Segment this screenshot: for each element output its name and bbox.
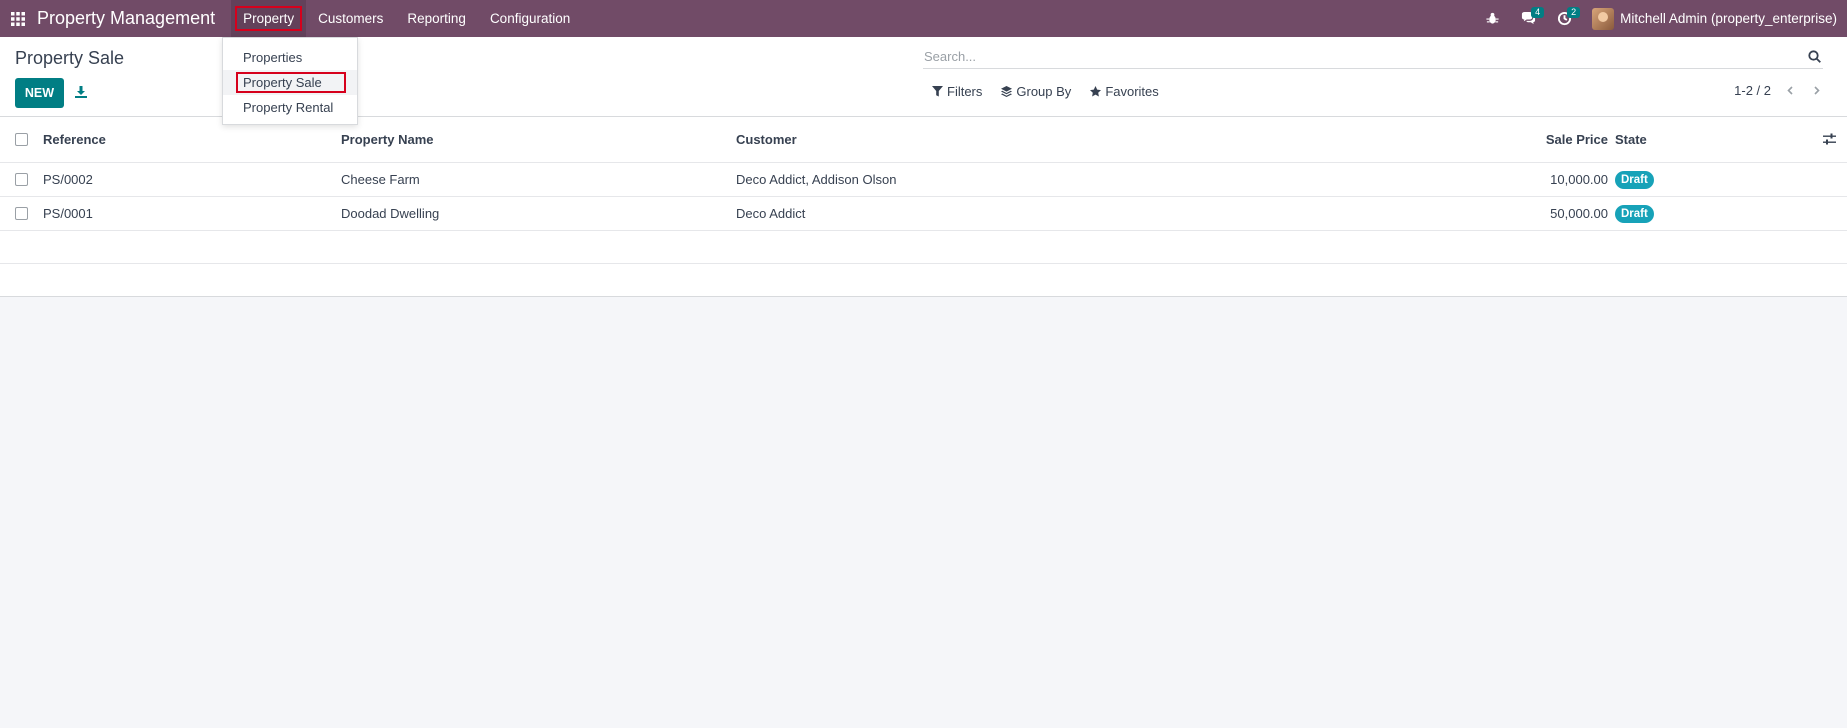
activities-clock-icon[interactable]: 2 bbox=[1546, 0, 1582, 37]
header-sale-price[interactable]: Sale Price bbox=[1546, 132, 1608, 147]
cell-reference: PS/0001 bbox=[43, 206, 93, 221]
cell-customer: Deco Addict bbox=[736, 206, 806, 221]
property-dropdown-menu: Properties Property Sale Property Rental bbox=[222, 37, 358, 125]
user-name: Mitchell Admin (property_enterprise) bbox=[1620, 11, 1837, 26]
table-row[interactable]: PS/0002 Cheese Farm Deco Addict, Addison… bbox=[0, 163, 1847, 197]
user-menu[interactable]: Mitchell Admin (property_enterprise) bbox=[1592, 7, 1837, 30]
layers-icon bbox=[1001, 86, 1013, 97]
apps-grid-icon[interactable] bbox=[0, 0, 36, 37]
menu-reporting[interactable]: Reporting bbox=[395, 0, 478, 37]
cell-property-name: Cheese Farm bbox=[341, 172, 420, 187]
select-all-checkbox[interactable] bbox=[15, 133, 28, 146]
header-state[interactable]: State bbox=[1615, 132, 1647, 147]
cell-sale-price: 10,000.00 bbox=[1550, 172, 1608, 187]
status-badge: Draft bbox=[1615, 170, 1654, 189]
cell-customer: Deco Addict, Addison Olson bbox=[736, 172, 897, 187]
avatar bbox=[1592, 7, 1615, 30]
messages-badge: 4 bbox=[1531, 7, 1545, 18]
dropdown-item-properties[interactable]: Properties bbox=[223, 45, 357, 70]
debug-bug-icon[interactable] bbox=[1474, 0, 1510, 37]
new-button[interactable]: NEW bbox=[15, 78, 64, 108]
messages-chat-icon[interactable]: 4 bbox=[1510, 0, 1546, 37]
header-reference[interactable]: Reference bbox=[43, 132, 106, 147]
cell-state: Draft bbox=[1615, 204, 1654, 223]
filters-button[interactable]: Filters bbox=[932, 84, 982, 99]
chevron-right-icon[interactable] bbox=[1809, 84, 1823, 98]
favorites-label: Favorites bbox=[1105, 84, 1159, 99]
group-by-button[interactable]: Group By bbox=[1001, 84, 1071, 99]
cell-state: Draft bbox=[1615, 170, 1654, 189]
search-icon[interactable] bbox=[1805, 48, 1823, 66]
table-row[interactable]: PS/0001 Doodad Dwelling Deco Addict 50,0… bbox=[0, 197, 1847, 231]
menu-configuration[interactable]: Configuration bbox=[478, 0, 582, 37]
systray: 4 2 Mitchell Admin (property_enterprise) bbox=[1474, 0, 1847, 37]
list-view: Reference Property Name Customer Sale Pr… bbox=[0, 117, 1847, 297]
cell-property-name: Doodad Dwelling bbox=[341, 206, 440, 221]
column-settings-icon[interactable] bbox=[1821, 132, 1837, 148]
header-property-name[interactable]: Property Name bbox=[341, 132, 433, 147]
chevron-left-icon[interactable] bbox=[1783, 84, 1797, 98]
row-checkbox[interactable] bbox=[15, 173, 28, 186]
group-by-label: Group By bbox=[1016, 84, 1072, 99]
top-navbar: Property Management Property Customers R… bbox=[0, 0, 1847, 37]
cell-reference: PS/0002 bbox=[43, 172, 93, 187]
dropdown-item-property-rental[interactable]: Property Rental bbox=[223, 95, 357, 120]
menu-customers[interactable]: Customers bbox=[306, 0, 395, 37]
filter-icon bbox=[932, 86, 943, 97]
search-facets: Filters Group By Favorites bbox=[932, 84, 1159, 99]
menu-property[interactable]: Property bbox=[231, 0, 307, 37]
menu-property-label: Property bbox=[235, 6, 303, 31]
main-menu: Property Customers Reporting Configurati… bbox=[231, 0, 582, 37]
status-badge: Draft bbox=[1615, 204, 1654, 223]
row-checkbox[interactable] bbox=[15, 207, 28, 220]
activities-badge: 2 bbox=[1567, 7, 1581, 18]
app-brand[interactable]: Property Management bbox=[37, 8, 215, 29]
star-icon bbox=[1090, 86, 1102, 97]
cell-sale-price: 50,000.00 bbox=[1550, 206, 1608, 221]
dropdown-item-property-sale[interactable]: Property Sale bbox=[223, 70, 357, 95]
filters-label: Filters bbox=[947, 84, 983, 99]
header-customer[interactable]: Customer bbox=[736, 132, 797, 147]
pager: 1-2 / 2 bbox=[1734, 83, 1823, 98]
dropdown-item-property-sale-label: Property Sale bbox=[236, 72, 346, 93]
pager-value[interactable]: 1-2 / 2 bbox=[1734, 83, 1771, 98]
search-bar bbox=[923, 45, 1823, 69]
download-icon[interactable] bbox=[72, 83, 90, 101]
empty-row bbox=[0, 231, 1847, 264]
page-title: Property Sale bbox=[15, 48, 125, 68]
search-input[interactable] bbox=[923, 49, 1805, 64]
favorites-button[interactable]: Favorites bbox=[1090, 84, 1159, 99]
